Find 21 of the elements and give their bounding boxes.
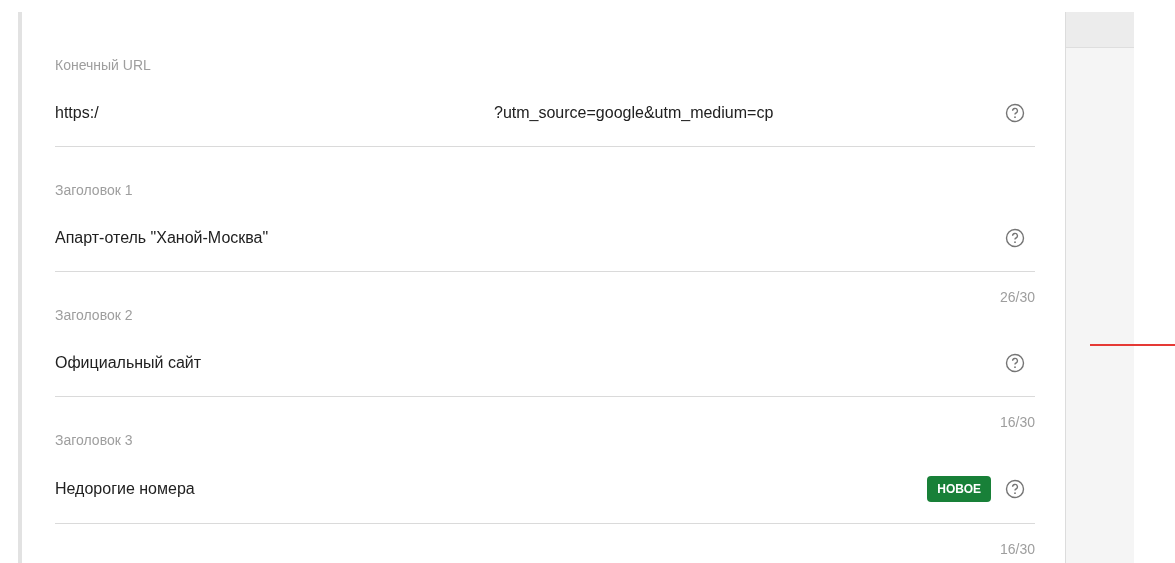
field-value: Официальный сайт (55, 353, 202, 373)
text-field[interactable]: Официальный сайт (55, 351, 1035, 397)
text-field[interactable]: Недорогие номера НОВОЕ (55, 476, 1035, 524)
url-value: ?utm_source=google&utm_medium=cp (494, 103, 774, 123)
field-label: Конечный URL (55, 58, 151, 72)
help-icon[interactable] (1005, 479, 1025, 499)
help-icon[interactable] (1005, 103, 1025, 123)
character-counter: 16/30 (999, 540, 1035, 558)
url-value: https:/ (55, 103, 100, 123)
field-value: Недорогие номера (55, 479, 195, 499)
character-counter: 16/30 (999, 413, 1035, 431)
help-icon[interactable] (1005, 353, 1025, 373)
text-field[interactable]: Апарт-отель "Ханой-Москва" (55, 226, 1035, 272)
field-label: Заголовок 3 (55, 433, 133, 447)
character-counter: 26/30 (999, 288, 1035, 306)
text-field[interactable]: https:/ ?utm_source=google&utm_medium=cp (55, 101, 1035, 147)
new-badge: НОВОЕ (927, 476, 991, 502)
field-label: Заголовок 1 (55, 183, 133, 197)
help-icon[interactable] (1005, 228, 1025, 248)
field-label: Заголовок 2 (55, 308, 133, 322)
field-value: Апарт-отель "Ханой-Москва" (55, 228, 269, 248)
